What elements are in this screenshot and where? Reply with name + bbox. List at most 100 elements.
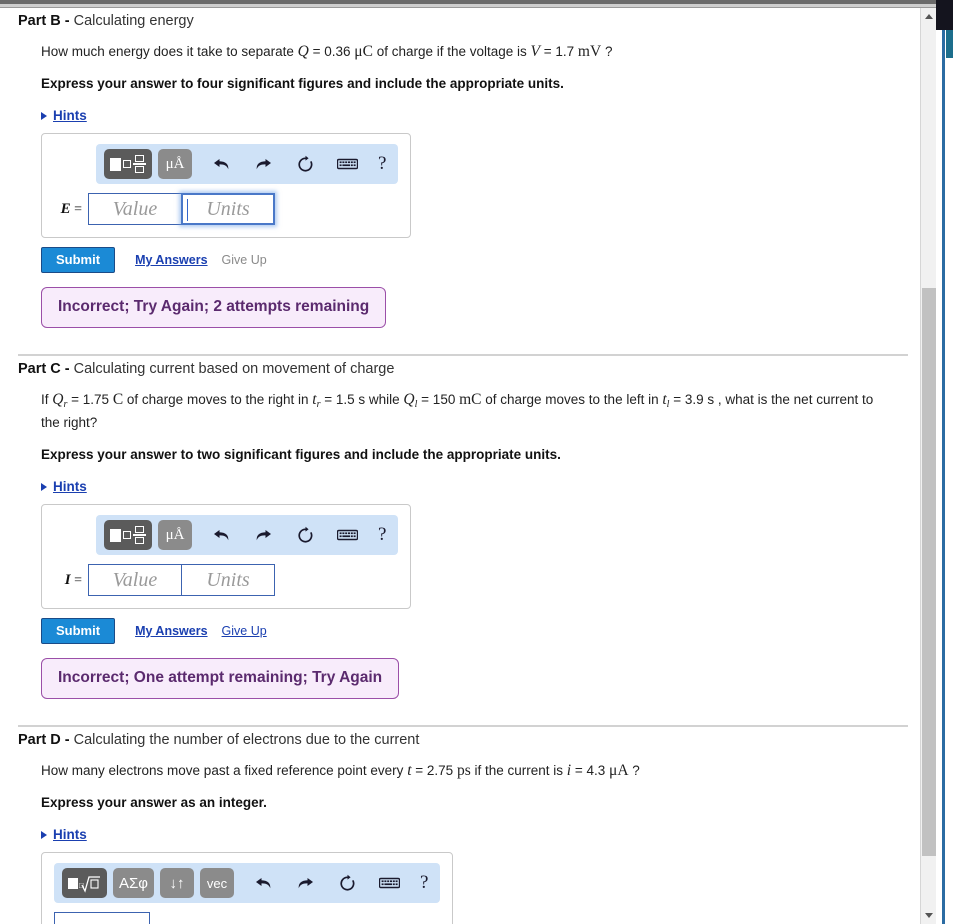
part-b-question: How much energy does it take to separate…	[41, 43, 886, 61]
part-b-field-row: E = Value Units	[54, 193, 398, 225]
chrome-blue-edge	[942, 30, 945, 924]
q-value-t: = 2.75	[415, 763, 457, 778]
q-text-pre: How many electrons move past a fixed ref…	[41, 763, 408, 778]
q-unit-uA: μA	[609, 762, 629, 779]
q-text-end: ?	[604, 44, 613, 59]
keyboard-icon[interactable]	[332, 149, 362, 179]
submit-button[interactable]: Submit	[41, 247, 116, 273]
q-unit-mC: mC	[459, 391, 482, 408]
q-symbol-Qr: Q	[52, 391, 64, 408]
reset-icon[interactable]	[290, 520, 320, 550]
scroll-down-arrow-icon[interactable]	[921, 907, 936, 924]
part-d-field-row	[54, 912, 440, 924]
q-unit-C: C	[112, 391, 124, 408]
reset-icon[interactable]	[290, 149, 320, 179]
reset-icon[interactable]	[332, 868, 362, 898]
q-subscript-l2: l	[666, 399, 670, 410]
my-answers-link[interactable]: My Answers	[135, 624, 207, 638]
part-b: Part B - Calculating energy How much ene…	[0, 8, 920, 328]
greek-symbols-button[interactable]: ΑΣφ	[113, 868, 155, 898]
units-button-label: μÅ	[165, 526, 185, 543]
page-scrollbar[interactable]	[920, 8, 936, 924]
redo-icon[interactable]	[290, 868, 320, 898]
page-root: Part B - Calculating energy How much ene…	[0, 0, 953, 924]
part-c-field-row: I = Value Units	[54, 564, 398, 596]
units-button[interactable]: μÅ	[158, 149, 192, 179]
part-d: Part D - Calculating the number of elect…	[0, 727, 920, 924]
part-c-submit-row: Submit My Answers Give Up	[41, 618, 920, 644]
q-value-Ql: = 150	[421, 392, 460, 407]
fraction-template-icon[interactable]	[104, 149, 152, 179]
units-input[interactable]: Units	[181, 193, 275, 225]
part-c-field-label: I =	[54, 572, 88, 589]
field-equals: =	[74, 201, 82, 217]
hints-link[interactable]: Hints	[53, 479, 87, 494]
assignment-content: Part B - Calculating energy How much ene…	[0, 8, 920, 924]
chrome-light-bar	[0, 4, 936, 7]
units-input[interactable]: Units	[181, 564, 275, 596]
scroll-up-arrow-icon[interactable]	[921, 8, 936, 25]
redo-icon[interactable]	[248, 520, 278, 550]
field-equals: =	[74, 572, 82, 588]
part-c-question: If Qr = 1.75 C of charge moves to the ri…	[41, 391, 886, 432]
q-symbol-V: V	[530, 43, 540, 60]
undo-icon[interactable]	[206, 149, 236, 179]
part-b-title: Calculating energy	[73, 13, 194, 29]
q-symbol-t: t	[407, 762, 412, 779]
q-value-i: = 4.3	[574, 763, 610, 778]
part-b-label: Part B -	[18, 13, 70, 29]
q-subscript-r1: r	[63, 399, 68, 410]
q-subscript-l1: l	[414, 399, 418, 410]
part-c-label: Part C -	[18, 361, 70, 377]
fraction-template-icon[interactable]	[104, 520, 152, 550]
hints-link[interactable]: Hints	[53, 108, 87, 123]
chevron-right-icon	[41, 111, 47, 120]
units-placeholder: Units	[206, 197, 250, 220]
part-c-header: Part C - Calculating current based on mo…	[0, 356, 920, 378]
undo-icon[interactable]	[206, 520, 236, 550]
q-unit-uC: μC	[354, 43, 373, 60]
part-c: Part C - Calculating current based on mo…	[0, 356, 920, 699]
part-b-field-label: E =	[54, 201, 88, 218]
my-answers-link[interactable]: My Answers	[135, 253, 207, 267]
part-c-title: Calculating current based on movement of…	[73, 361, 395, 377]
undo-icon[interactable]	[248, 868, 278, 898]
hints-link[interactable]: Hints	[53, 827, 87, 842]
part-b-hints-row[interactable]: Hints	[0, 108, 920, 123]
part-d-body: How many electrons move past a fixed ref…	[0, 762, 920, 812]
help-icon[interactable]: ?	[378, 524, 386, 546]
vector-button[interactable]: vec	[200, 868, 235, 898]
help-icon[interactable]: ?	[378, 153, 386, 175]
value-input[interactable]: Value	[88, 193, 182, 225]
q-text-mid: if the current is	[470, 763, 567, 778]
q-text-end: ?	[632, 763, 640, 778]
q-subscript-r2: r	[316, 399, 321, 410]
part-c-hints-row[interactable]: Hints	[0, 479, 920, 494]
part-d-hints-row[interactable]: Hints	[0, 827, 920, 842]
keyboard-icon[interactable]	[332, 520, 362, 550]
value-input[interactable]: Value	[88, 564, 182, 596]
submit-button[interactable]: Submit	[41, 618, 116, 644]
part-d-title: Calculating the number of electrons due …	[73, 732, 420, 748]
text-caret	[187, 199, 188, 221]
subscript-superscript-label: ↓↑	[169, 874, 185, 892]
part-d-question: How many electrons move past a fixed ref…	[41, 762, 886, 780]
browser-chrome-top	[0, 0, 953, 8]
keyboard-icon[interactable]	[374, 868, 404, 898]
sqrt-template-icon[interactable]: □	[62, 868, 107, 898]
scrollbar-thumb[interactable]	[922, 288, 936, 856]
q-symbol-i: i	[566, 762, 572, 779]
redo-icon[interactable]	[248, 149, 278, 179]
answer-input[interactable]	[54, 912, 150, 924]
subscript-superscript-button[interactable]: ↓↑	[160, 868, 195, 898]
chevron-right-icon	[41, 482, 47, 491]
part-c-body: If Qr = 1.75 C of charge moves to the ri…	[0, 391, 920, 464]
field-symbol: I	[64, 571, 71, 588]
chevron-right-icon	[41, 830, 47, 839]
q-value-tr: = 1.5 s	[324, 392, 366, 407]
help-icon[interactable]: ?	[420, 872, 428, 894]
units-button[interactable]: μÅ	[158, 520, 192, 550]
q-unit-ps: ps	[456, 762, 471, 779]
give-up-link[interactable]: Give Up	[222, 624, 267, 638]
q-text-mid: of charge if the voltage is	[372, 44, 531, 59]
